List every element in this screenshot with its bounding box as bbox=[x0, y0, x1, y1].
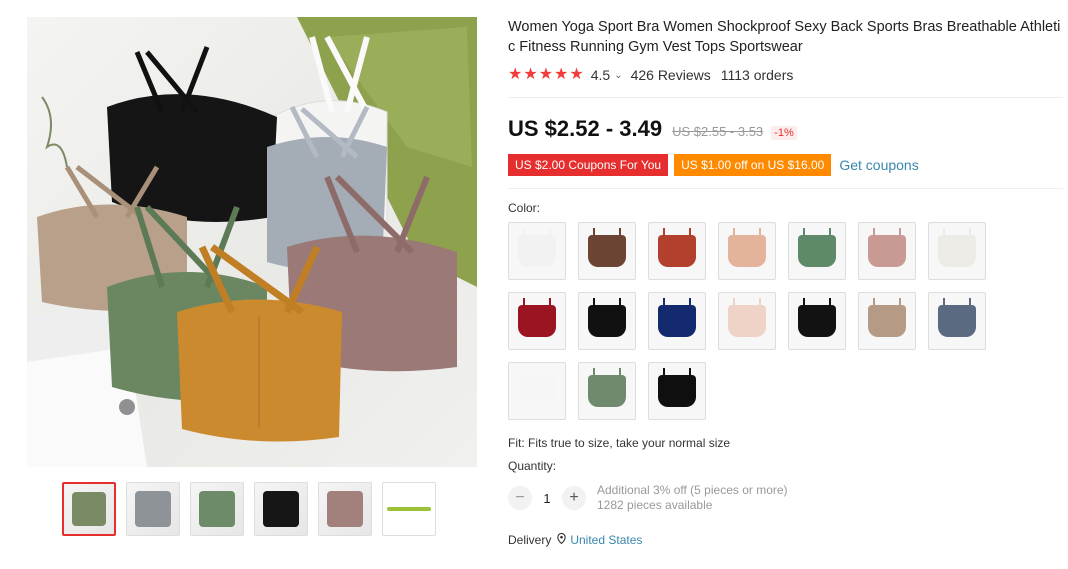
color-swatch-12[interactable] bbox=[788, 292, 846, 350]
quantity-input[interactable]: 1 bbox=[532, 491, 562, 506]
swatch-product-image bbox=[658, 305, 696, 337]
swatch-product-image bbox=[938, 235, 976, 267]
rating-value[interactable]: 4.5 bbox=[591, 67, 610, 83]
original-price: US $2.55 - 3.53 bbox=[672, 124, 764, 139]
fit-note: Fit: Fits true to size, take your normal… bbox=[508, 436, 731, 450]
rating-stars: ★ ★ ★ ★ ★ bbox=[508, 67, 584, 83]
color-swatch-7[interactable] bbox=[928, 222, 986, 280]
product-info: Women Yoga Sport Bra Women Shockproof Se… bbox=[508, 17, 1063, 547]
quantity-decrease-button[interactable]: − bbox=[508, 486, 532, 510]
store-coupon-badge[interactable]: US $2.00 Coupons For You bbox=[508, 154, 669, 176]
star-icon: ★ bbox=[538, 66, 554, 83]
color-swatch-8[interactable] bbox=[508, 292, 566, 350]
thumbnail-2[interactable] bbox=[126, 482, 180, 536]
thumbnail-swatch bbox=[72, 492, 106, 526]
thumbnail-swatch bbox=[135, 491, 171, 527]
bulk-discount-note: Additional 3% off (5 pieces or more) bbox=[597, 483, 788, 497]
color-swatch-4[interactable] bbox=[718, 222, 776, 280]
swatch-product-image bbox=[658, 375, 696, 407]
swatch-product-image bbox=[518, 375, 556, 407]
color-swatch-15[interactable] bbox=[508, 362, 566, 420]
swatch-product-image bbox=[868, 235, 906, 267]
swatch-product-image bbox=[868, 305, 906, 337]
swatch-product-image bbox=[798, 235, 836, 267]
coupon-row: US $2.00 Coupons For You US $1.00 off on… bbox=[508, 154, 1063, 176]
swatch-product-image bbox=[588, 235, 626, 267]
thumbnail-1[interactable] bbox=[62, 482, 116, 536]
thumbnail-swatch bbox=[327, 491, 363, 527]
half-star-icon: ★ bbox=[569, 66, 584, 83]
divider bbox=[508, 188, 1063, 189]
color-swatch-9[interactable] bbox=[578, 292, 636, 350]
color-swatch-11[interactable] bbox=[718, 292, 776, 350]
star-icon: ★ bbox=[523, 66, 538, 83]
thumbnail-swatch bbox=[199, 491, 235, 527]
color-swatch-17[interactable] bbox=[648, 362, 706, 420]
main-product-image[interactable] bbox=[27, 17, 477, 467]
delivery-label: Delivery bbox=[508, 533, 552, 547]
quantity-increase-button[interactable]: + bbox=[562, 486, 586, 510]
price-row: US $2.52 - 3.49 US $2.55 - 3.53 -1% bbox=[508, 116, 1063, 142]
product-title: Women Yoga Sport Bra Women Shockproof Se… bbox=[508, 19, 1061, 55]
current-price: US $2.52 - 3.49 bbox=[508, 116, 663, 141]
discount-badge: -1% bbox=[771, 126, 797, 140]
thumbnail-4[interactable] bbox=[254, 482, 308, 536]
get-coupons-link[interactable]: Get coupons bbox=[839, 157, 918, 173]
color-swatch-10[interactable] bbox=[648, 292, 706, 350]
color-swatch-5[interactable] bbox=[788, 222, 846, 280]
color-swatch-13[interactable] bbox=[858, 292, 916, 350]
chevron-down-icon[interactable]: ⌄ bbox=[614, 70, 622, 81]
swatch-product-image bbox=[588, 375, 626, 407]
color-swatch-6[interactable] bbox=[858, 222, 916, 280]
star-icon: ★ bbox=[554, 66, 569, 83]
star-icon: ★ bbox=[508, 66, 523, 83]
delivery-country-link[interactable]: United States bbox=[570, 533, 642, 547]
orders-count: 1113 orders bbox=[720, 67, 794, 83]
color-swatch-grid bbox=[508, 222, 1063, 420]
thumbnail-swatch bbox=[387, 507, 431, 511]
quantity-info: Additional 3% off (5 pieces or more) 128… bbox=[597, 483, 788, 513]
swatch-product-image bbox=[728, 305, 766, 337]
color-swatch-14[interactable] bbox=[928, 292, 986, 350]
rating-row: ★ ★ ★ ★ ★ 4.5 ⌄ 426 Reviews 1113 orders bbox=[508, 67, 1063, 98]
swatch-product-image bbox=[518, 235, 556, 267]
delivery-row: Delivery United States bbox=[508, 532, 1063, 547]
swatch-product-image bbox=[658, 235, 696, 267]
thumbnail-6[interactable] bbox=[382, 482, 436, 536]
thumbnail-strip bbox=[62, 482, 436, 536]
swatch-product-image bbox=[938, 305, 976, 337]
thumbnail-swatch bbox=[263, 491, 299, 527]
swatch-product-image bbox=[588, 305, 626, 337]
color-swatch-1[interactable] bbox=[508, 222, 566, 280]
location-pin-icon bbox=[557, 532, 567, 547]
swatch-product-image bbox=[798, 305, 836, 337]
quantity-stepper: − 1 + Additional 3% off (5 pieces or mor… bbox=[508, 483, 1063, 513]
color-label: Color: bbox=[508, 201, 541, 215]
discount-coupon-badge[interactable]: US $1.00 off on US $16.00 bbox=[674, 154, 832, 176]
color-swatch-2[interactable] bbox=[578, 222, 636, 280]
stock-available: 1282 pieces available bbox=[597, 498, 713, 512]
color-swatch-3[interactable] bbox=[648, 222, 706, 280]
product-photo-illustration bbox=[27, 17, 477, 467]
color-swatch-16[interactable] bbox=[578, 362, 636, 420]
quantity-label: Quantity: bbox=[508, 459, 557, 473]
thumbnail-3[interactable] bbox=[190, 482, 244, 536]
thumbnail-5[interactable] bbox=[318, 482, 372, 536]
swatch-product-image bbox=[728, 235, 766, 267]
reviews-count[interactable]: 426 Reviews bbox=[631, 67, 711, 83]
swatch-product-image bbox=[518, 305, 556, 337]
